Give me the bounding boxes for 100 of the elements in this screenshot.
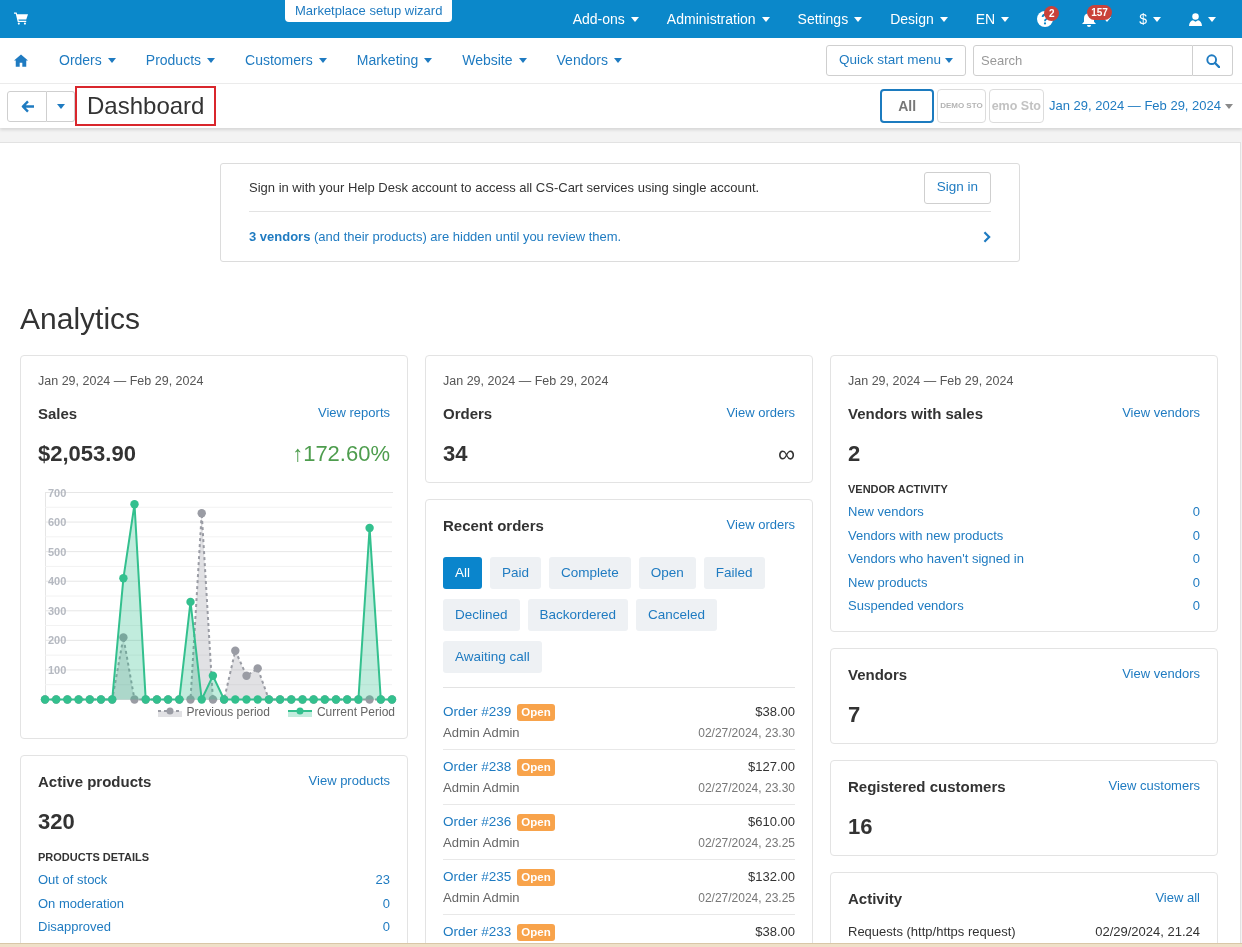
view-link[interactable]: View orders bbox=[726, 404, 795, 422]
detail-count[interactable]: 0 bbox=[382, 891, 390, 915]
legend-label: Current Period bbox=[316, 704, 395, 721]
caret-icon bbox=[318, 58, 327, 63]
filter-tab[interactable]: Failed bbox=[703, 557, 765, 589]
detail-link[interactable]: Disapproved bbox=[38, 915, 111, 939]
detail-link[interactable]: Out of stock bbox=[38, 868, 108, 892]
section-title: Analytics bbox=[20, 301, 142, 337]
card-title: Sales bbox=[38, 404, 78, 424]
axis-label: 100 bbox=[48, 663, 67, 676]
wizard-tab[interactable]: Marketplace setup wizard bbox=[285, 0, 453, 22]
order-link[interactable]: Order #236 bbox=[443, 813, 512, 831]
axis-label: 200 bbox=[48, 634, 67, 647]
caret-icon bbox=[613, 58, 622, 63]
order-date: 02/27/2024, 23.25 bbox=[698, 835, 795, 852]
order-total: $132.00 bbox=[748, 868, 795, 887]
order-total: $127.00 bbox=[748, 758, 795, 777]
cart-icon[interactable] bbox=[14, 12, 28, 25]
user-icon[interactable] bbox=[1189, 12, 1202, 26]
order-link[interactable]: Order #239 bbox=[443, 703, 512, 721]
quick-start-button[interactable]: Quick start menu bbox=[825, 45, 966, 76]
detail-count[interactable]: 23 bbox=[375, 868, 390, 892]
top-menu[interactable]: Add-ons bbox=[572, 8, 639, 30]
caret-icon bbox=[1225, 103, 1233, 109]
storefront-tab[interactable]: All bbox=[880, 89, 935, 123]
detail-link[interactable]: Vendors with new products bbox=[848, 523, 1004, 547]
sign-in-button[interactable]: Sign in bbox=[923, 171, 991, 204]
filter-tab[interactable]: Complete bbox=[549, 557, 631, 589]
axis-label: 400 bbox=[48, 575, 67, 588]
card-title: Registered customers bbox=[848, 776, 1006, 797]
status-badge: Open bbox=[517, 868, 555, 886]
caret-icon bbox=[1153, 16, 1161, 22]
nav-menu[interactable]: Marketing bbox=[356, 50, 433, 71]
stat-value: 320 bbox=[38, 810, 75, 834]
point bbox=[365, 523, 374, 533]
order-total: $38.00 bbox=[755, 923, 795, 942]
detail-count[interactable]: 0 bbox=[1192, 500, 1200, 524]
nav-menu[interactable]: Orders bbox=[59, 50, 116, 71]
detail-count[interactable]: 0 bbox=[1192, 594, 1200, 618]
nav-menu[interactable]: Website bbox=[462, 50, 527, 71]
filter-tab[interactable]: Open bbox=[638, 557, 696, 589]
nav-menu[interactable]: Customers bbox=[245, 50, 327, 71]
view-link[interactable]: View products bbox=[308, 772, 390, 790]
filter-tab[interactable]: Declined bbox=[443, 599, 520, 631]
dropdown-button[interactable] bbox=[47, 90, 75, 122]
view-link[interactable]: View vendors bbox=[1122, 664, 1200, 683]
search-field[interactable]: Search bbox=[973, 45, 1193, 76]
card-title: Vendors bbox=[848, 664, 908, 685]
view-link[interactable]: View reports bbox=[318, 404, 390, 422]
top-menu[interactable]: Administration bbox=[666, 8, 770, 30]
order-link[interactable]: Order #233 bbox=[443, 923, 512, 941]
nav-menu[interactable]: Products bbox=[145, 50, 216, 71]
detail-count[interactable]: 0 bbox=[1192, 523, 1200, 547]
top-menu[interactable]: $ bbox=[1139, 8, 1161, 30]
caret-icon bbox=[939, 16, 948, 22]
filter-tab[interactable]: Paid bbox=[490, 557, 542, 589]
stat-value: 34 bbox=[443, 442, 468, 466]
point bbox=[208, 671, 218, 680]
detail-link[interactable]: Vendors who haven't signed in bbox=[848, 547, 1024, 571]
detail-count[interactable]: 0 bbox=[1192, 570, 1200, 594]
view-link[interactable]: View vendors bbox=[1122, 404, 1200, 422]
caret-icon bbox=[1001, 16, 1010, 22]
detail-link[interactable]: On moderation bbox=[38, 891, 124, 915]
page-title: Dashboard bbox=[75, 86, 217, 126]
top-menu[interactable]: Settings bbox=[797, 8, 863, 30]
date-range-picker[interactable]: Jan 29, 2024 — Feb 29, 2024 bbox=[1049, 96, 1233, 116]
top-menu[interactable]: Design bbox=[890, 8, 948, 30]
caret-icon bbox=[761, 16, 770, 22]
chevron-right-icon[interactable] bbox=[983, 230, 991, 243]
change-value: ↑172.60% bbox=[292, 442, 390, 466]
order-link[interactable]: Order #235 bbox=[443, 868, 512, 886]
view-link[interactable]: View all bbox=[1155, 888, 1200, 907]
search-button[interactable] bbox=[1193, 45, 1233, 76]
point bbox=[208, 695, 218, 704]
hidden-vendors-link[interactable]: 3 vendors (and their products) are hidden until you review them. bbox=[249, 226, 622, 247]
top-menu[interactable]: EN bbox=[975, 8, 1010, 30]
detail-count[interactable]: 0 bbox=[1192, 547, 1200, 571]
stat-value: 7 bbox=[848, 702, 861, 727]
filter-tab[interactable]: Backordered bbox=[527, 599, 629, 631]
view-link[interactable]: View orders bbox=[726, 516, 795, 534]
order-date: 02/27/2024, 23.25 bbox=[698, 890, 795, 907]
order-total: $610.00 bbox=[748, 813, 795, 832]
filter-tab[interactable]: Awaiting call bbox=[443, 641, 542, 673]
nav-menu[interactable]: Vendors bbox=[556, 50, 622, 71]
card-title: Recent orders bbox=[443, 516, 544, 536]
filter-tab[interactable]: All bbox=[443, 557, 482, 589]
caret-icon bbox=[630, 16, 639, 22]
filter-tab[interactable]: Canceled bbox=[636, 599, 718, 631]
detail-count[interactable]: 0 bbox=[382, 915, 390, 939]
stat-value: $2,053.90 bbox=[38, 442, 136, 466]
detail-link[interactable]: New vendors bbox=[848, 500, 924, 524]
home-icon[interactable] bbox=[14, 54, 28, 67]
back-button[interactable] bbox=[7, 90, 47, 122]
search-icon bbox=[1205, 53, 1220, 68]
detail-link[interactable]: Suspended vendors bbox=[848, 594, 964, 618]
point bbox=[186, 695, 195, 704]
order-link[interactable]: Order #238 bbox=[443, 758, 512, 776]
detail-link[interactable]: New products bbox=[848, 570, 928, 594]
view-link[interactable]: View customers bbox=[1108, 776, 1200, 795]
arrow-left-icon bbox=[20, 99, 34, 113]
